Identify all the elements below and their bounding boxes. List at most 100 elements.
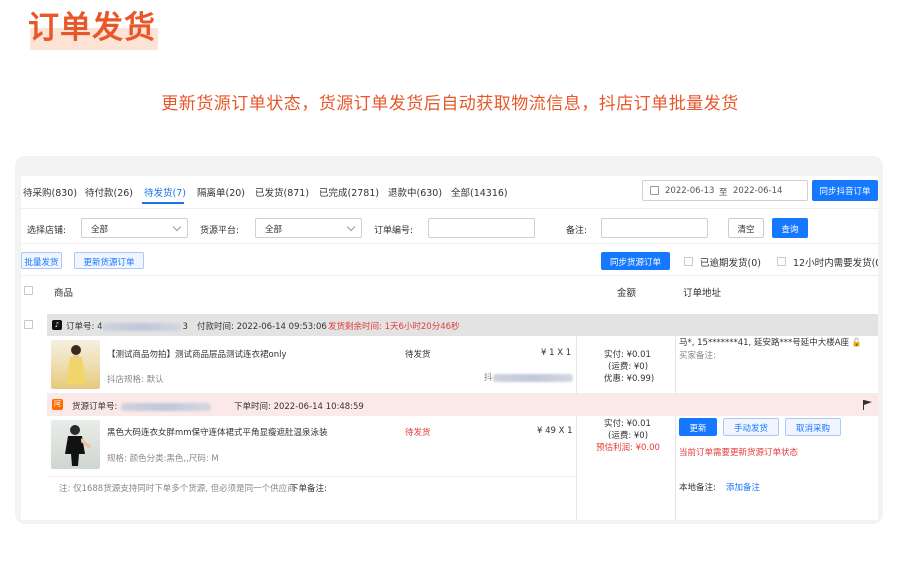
update-supply-button[interactable]: 更新货源订单: [74, 252, 144, 269]
hero-title-wrap: 订单发货: [28, 6, 158, 50]
status-tabs: 待采购(830) 待付款(26) 待发货(7) 隔离单(20) 已发货(871)…: [21, 176, 641, 206]
estimated-profit: 预估利润: ¥0.00: [596, 443, 660, 453]
tab-to-pay[interactable]: 待付款(26): [85, 185, 133, 199]
batch-ship-button[interactable]: 批量发货: [21, 252, 62, 269]
col-divider: [576, 416, 577, 520]
sync-supply-button[interactable]: 同步货源订单: [601, 252, 670, 270]
supplier-order-time: 下单时间: 2022-06-14 10:48:59: [234, 402, 364, 412]
active-tab-indicator: [142, 202, 184, 204]
supplier-product-title[interactable]: 黑色大码连衣女胖mm保守连体裙式平角显瘦遮肚温泉泳装: [107, 426, 328, 438]
select-all-checkbox[interactable]: [24, 286, 33, 295]
redacted-sku: [492, 373, 573, 382]
table-header: 商品 金额 订单地址: [21, 275, 878, 311]
search-button[interactable]: 查询: [772, 218, 808, 238]
alibaba-icon: 阿: [52, 399, 63, 410]
tab-to-purchase[interactable]: 待采购(830): [23, 185, 77, 199]
tab-to-ship[interactable]: 待发货(7): [144, 185, 186, 199]
action-row: 批量发货 更新货源订单 同步货源订单 已逾期发货(0) 12小时内需要发货(0: [21, 245, 878, 275]
chevron-down-icon: [346, 222, 356, 232]
product-spec: 抖店规格: 默认: [107, 375, 164, 385]
buyer-note-label: 买家备注:: [679, 351, 716, 361]
platform-select[interactable]: 全部: [255, 218, 362, 238]
col-divider: [576, 336, 577, 394]
shop-label: 选择店铺:: [27, 226, 67, 236]
screenshot-card: 待采购(830) 待付款(26) 待发货(7) 隔离单(20) 已发货(871)…: [15, 156, 883, 524]
shipping-address: 马*, 15*******41, 延安路***号延中大楼A座 🔓: [679, 336, 862, 348]
platform-select-value: 全部: [265, 225, 283, 235]
clear-button[interactable]: 清空: [728, 218, 764, 238]
supplier-paid-amount: 实付: ¥0.01: [604, 419, 651, 429]
supplier-order-header: 阿 货源订单号: 下单时间: 2022-06-14 10:48:59: [47, 394, 878, 416]
sync-douyin-button[interactable]: 同步抖音订单: [812, 180, 878, 201]
overdue-label: 已逾期发货(0): [700, 258, 761, 269]
add-note-link[interactable]: 添加备注: [726, 481, 760, 493]
shop-select[interactable]: 全部: [81, 218, 188, 238]
within12-checkbox[interactable]: [777, 257, 786, 266]
tab-all[interactable]: 全部(14316): [451, 185, 508, 199]
product-title[interactable]: 【测试商品勿拍】测试商品层品测试连衣裙only: [107, 348, 286, 360]
product-thumbnail[interactable]: [51, 340, 100, 389]
col-address: 订单地址: [683, 288, 722, 299]
supplier-product-status: 待发货: [405, 428, 431, 438]
date-end: 2022-06-14: [733, 186, 783, 196]
divider: [47, 476, 575, 477]
redacted-supplier-order-number: [121, 402, 212, 411]
pay-time: 付款时间: 2022-06-14 09:53:06: [197, 322, 327, 332]
order-checkbox[interactable]: [24, 320, 33, 329]
tab-refunding[interactable]: 退款中(630): [388, 185, 442, 199]
filter-row: 选择店铺: 全部 货源平台: 全部 订单编号: 备注: 清空 查询: [21, 208, 878, 244]
platform-label: 货源平台:: [200, 226, 240, 236]
order-product-row: 【测试商品勿拍】测试商品层品测试连衣裙only 抖店规格: 默认 待发货 ¥ 1…: [47, 336, 878, 394]
redacted-order-number: [102, 322, 183, 331]
cancel-purchase-button[interactable]: 取消采购: [785, 418, 841, 436]
order-number: 订单号: 4 3: [66, 320, 188, 332]
order-no-label: 订单编号:: [374, 226, 414, 236]
date-range-picker[interactable]: 2022-06-13 至 2022-06-14: [642, 180, 808, 201]
date-separator: 至: [719, 188, 728, 198]
local-note-label: 本地备注:: [679, 483, 716, 493]
update-button[interactable]: 更新: [679, 418, 717, 436]
tab-isolated[interactable]: 隔离单(20): [197, 185, 245, 199]
shop-select-value: 全部: [91, 225, 109, 235]
discount-amount: 优惠: ¥0.99): [604, 374, 655, 384]
product-status: 待发货: [405, 350, 431, 360]
sku-prefix: 抖: [484, 373, 493, 383]
tab-completed[interactable]: 已完成(2781): [319, 185, 379, 199]
manual-ship-button[interactable]: 手动发货: [723, 418, 779, 436]
supplier-product-thumbnail[interactable]: [51, 420, 100, 469]
product-price-qty: ¥ 1 X 1: [541, 348, 572, 358]
remark-input[interactable]: [601, 218, 708, 238]
supplier-note: 注: 仅1688货源支持同时下单多个货源, 但必须是同一个供应商: [59, 484, 296, 494]
address-text: 马*, 15*******41, 延安路***号延中大楼A座: [679, 338, 850, 348]
order-note-label: 下单备注:: [290, 484, 327, 494]
remark-label: 备注:: [566, 226, 588, 236]
sku-field: 抖: [484, 371, 573, 383]
supplier-product-spec: 规格: 颜色分类:黑色,,尺码: M: [107, 454, 219, 464]
overdue-checkbox[interactable]: [684, 257, 693, 266]
chevron-down-icon: [172, 222, 182, 232]
calendar-icon: [650, 186, 659, 195]
flag-icon[interactable]: [863, 400, 872, 410]
supplier-price-qty: ¥ 49 X 1: [537, 426, 573, 436]
order-number-tail: 3: [182, 322, 188, 332]
order-number-label: 订单号: 4: [66, 322, 103, 332]
col-divider: [675, 336, 676, 394]
col-product: 商品: [54, 288, 74, 299]
within12-label: 12小时内需要发货(0: [793, 258, 878, 269]
col-amount: 金额: [617, 288, 637, 299]
supplier-order-number: 货源订单号:: [72, 400, 212, 412]
tab-shipped[interactable]: 已发货(871): [255, 185, 309, 199]
col-divider: [675, 416, 676, 520]
order-no-input[interactable]: [428, 218, 535, 238]
swimsuit-image-icon: [65, 425, 91, 466]
dress-image-icon: [66, 345, 86, 384]
date-start: 2022-06-13: [665, 186, 715, 196]
ship-remaining-time: 发货剩余时间: 1天6小时20分46秒: [328, 322, 460, 332]
order-header: ♪ 订单号: 4 3 付款时间: 2022-06-14 09:53:06 发货剩余…: [47, 314, 878, 336]
douyin-icon: ♪: [52, 320, 62, 330]
shipping-fee: (运费: ¥0): [608, 362, 649, 372]
order-panel: 待采购(830) 待付款(26) 待发货(7) 隔离单(20) 已发货(871)…: [21, 176, 878, 520]
supplier-order-number-label: 货源订单号:: [72, 402, 118, 412]
page-subtitle: 更新货源订单状态，货源订单发货后自动获取物流信息，抖店订单批量发货: [161, 94, 739, 114]
supplier-product-row: 黑色大码连衣女胖mm保守连体裙式平角显瘦遮肚温泉泳装 规格: 颜色分类:黑色,,…: [47, 416, 878, 520]
